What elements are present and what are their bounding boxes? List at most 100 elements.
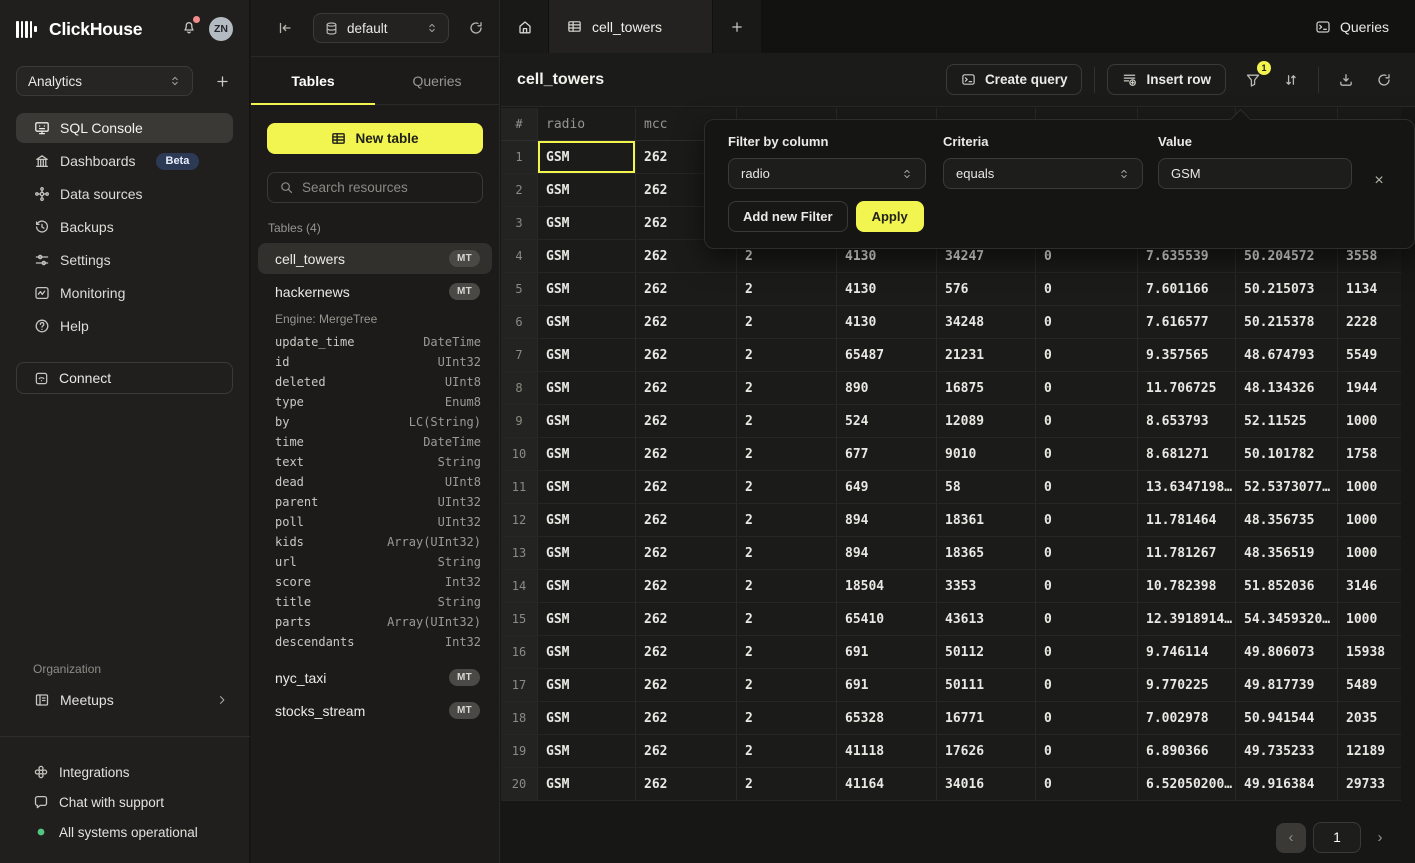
row-number[interactable]: 13 [501, 537, 538, 570]
table-cell[interactable]: 691 [837, 636, 937, 669]
table-cell[interactable]: 262 [636, 537, 737, 570]
table-cell[interactable]: 0 [1036, 504, 1138, 537]
row-number[interactable]: 10 [501, 438, 538, 471]
table-cell[interactable]: 2 [737, 405, 837, 438]
table-cell[interactable]: 49.817739 [1236, 669, 1338, 702]
connect-button[interactable]: Connect [16, 362, 233, 394]
table-cell[interactable]: 262 [636, 306, 737, 339]
table-cell[interactable]: GSM [538, 735, 636, 768]
search-input[interactable] [302, 180, 479, 195]
table-cell[interactable]: 2 [737, 537, 837, 570]
schema-field[interactable]: pollUInt32 [275, 512, 483, 532]
table-cell[interactable]: 2 [737, 603, 837, 636]
table-cell[interactable]: 16771 [937, 702, 1036, 735]
schema-field[interactable]: timeDateTime [275, 432, 483, 452]
table-cell[interactable]: 54.3459320… [1236, 603, 1338, 636]
table-cell[interactable]: 29733 [1338, 768, 1401, 801]
table-cell[interactable]: GSM [538, 339, 636, 372]
row-number[interactable]: 14 [501, 570, 538, 603]
table-cell[interactable]: 12.3918914… [1138, 603, 1236, 636]
table-cell[interactable]: 9.770225 [1138, 669, 1236, 702]
table-cell[interactable]: 0 [1036, 537, 1138, 570]
table-cell[interactable]: 4130 [837, 306, 937, 339]
table-cell[interactable]: 49.735233 [1236, 735, 1338, 768]
avatar[interactable]: ZN [209, 17, 233, 41]
table-cell[interactable]: 58 [937, 471, 1036, 504]
table-cell[interactable]: GSM [538, 405, 636, 438]
table-cell[interactable]: 576 [937, 273, 1036, 306]
table-cell[interactable]: 3146 [1338, 570, 1401, 603]
row-number[interactable]: 6 [501, 306, 538, 339]
schema-field[interactable]: parentUInt32 [275, 492, 483, 512]
table-cell[interactable]: 48.674793 [1236, 339, 1338, 372]
table-cell[interactable]: 1000 [1338, 603, 1401, 636]
table-cell[interactable]: 7.002978 [1138, 702, 1236, 735]
database-select[interactable]: default [313, 13, 449, 43]
table-cell[interactable]: 0 [1036, 438, 1138, 471]
add-new-filter-button[interactable]: Add new Filter [728, 201, 848, 232]
table-cell[interactable]: 1944 [1338, 372, 1401, 405]
table-cell[interactable]: 50111 [937, 669, 1036, 702]
table-cell[interactable]: 1000 [1338, 471, 1401, 504]
sidebar-item-all-systems-operational[interactable]: All systems operational [16, 817, 234, 847]
schema-field[interactable]: scoreInt32 [275, 572, 483, 592]
row-number[interactable]: 17 [501, 669, 538, 702]
table-cell[interactable]: 34016 [937, 768, 1036, 801]
schema-field[interactable]: kidsArray(UInt32) [275, 532, 483, 552]
sidebar-item-help[interactable]: Help [16, 311, 233, 341]
filter-criteria-select[interactable]: equals [943, 158, 1143, 189]
table-cell[interactable]: GSM [538, 570, 636, 603]
insert-row-button[interactable]: Insert row [1107, 64, 1226, 95]
table-cell[interactable]: 65410 [837, 603, 937, 636]
sidebar-item-meetups[interactable]: Meetups [16, 684, 234, 716]
row-number[interactable]: 1 [501, 141, 538, 174]
schema-field[interactable]: update_timeDateTime [275, 332, 483, 352]
row-number[interactable]: 20 [501, 768, 538, 801]
table-cell[interactable]: 0 [1036, 603, 1138, 636]
table-cell[interactable]: 5489 [1338, 669, 1401, 702]
filter-value-input[interactable] [1158, 158, 1352, 189]
table-item-stocks-stream[interactable]: stocks_streamMT [258, 695, 492, 726]
table-cell[interactable]: 50112 [937, 636, 1036, 669]
table-cell[interactable]: 50.215378 [1236, 306, 1338, 339]
table-cell[interactable]: 65487 [837, 339, 937, 372]
table-cell[interactable]: 0 [1036, 702, 1138, 735]
table-cell[interactable]: 6.890366 [1138, 735, 1236, 768]
workspace-select[interactable]: Analytics [16, 66, 193, 96]
table-cell[interactable]: 894 [837, 504, 937, 537]
table-cell[interactable]: 41118 [837, 735, 937, 768]
table-cell[interactable]: GSM [538, 207, 636, 240]
table-cell[interactable]: 2 [737, 273, 837, 306]
sidebar-item-backups[interactable]: Backups [16, 212, 233, 242]
row-number[interactable]: 7 [501, 339, 538, 372]
table-cell[interactable]: 262 [636, 372, 737, 405]
table-cell[interactable]: 262 [636, 504, 737, 537]
collapse-sidebar-icon[interactable] [277, 20, 293, 36]
schema-field[interactable]: partsArray(UInt32) [275, 612, 483, 632]
table-cell[interactable]: 890 [837, 372, 937, 405]
row-number[interactable]: 3 [501, 207, 538, 240]
schema-field[interactable]: byLC(String) [275, 412, 483, 432]
tab-cell-towers[interactable]: cell_towers [549, 0, 713, 53]
current-page[interactable]: 1 [1313, 822, 1361, 853]
table-cell[interactable]: 48.356735 [1236, 504, 1338, 537]
table-cell[interactable]: 0 [1036, 273, 1138, 306]
table-cell[interactable]: 52.11525 [1236, 405, 1338, 438]
table-cell[interactable]: 65328 [837, 702, 937, 735]
table-cell[interactable]: 9.746114 [1138, 636, 1236, 669]
table-cell[interactable]: 8.653793 [1138, 405, 1236, 438]
table-cell[interactable]: 18361 [937, 504, 1036, 537]
table-item-cell-towers[interactable]: cell_towersMT [258, 243, 492, 274]
table-cell[interactable]: 8.681271 [1138, 438, 1236, 471]
sidebar-item-dashboards[interactable]: DashboardsBeta [16, 146, 233, 176]
schema-field[interactable]: deletedUInt8 [275, 372, 483, 392]
notifications-bell-icon[interactable] [181, 19, 197, 40]
table-cell[interactable]: 34248 [937, 306, 1036, 339]
table-cell[interactable]: 9.357565 [1138, 339, 1236, 372]
table-cell[interactable]: 1000 [1338, 537, 1401, 570]
sidebar-item-settings[interactable]: Settings [16, 245, 233, 275]
table-cell[interactable]: 2 [737, 372, 837, 405]
table-cell[interactable]: 5549 [1338, 339, 1401, 372]
create-query-button[interactable]: Create query [946, 64, 1083, 95]
table-cell[interactable]: 2 [737, 438, 837, 471]
